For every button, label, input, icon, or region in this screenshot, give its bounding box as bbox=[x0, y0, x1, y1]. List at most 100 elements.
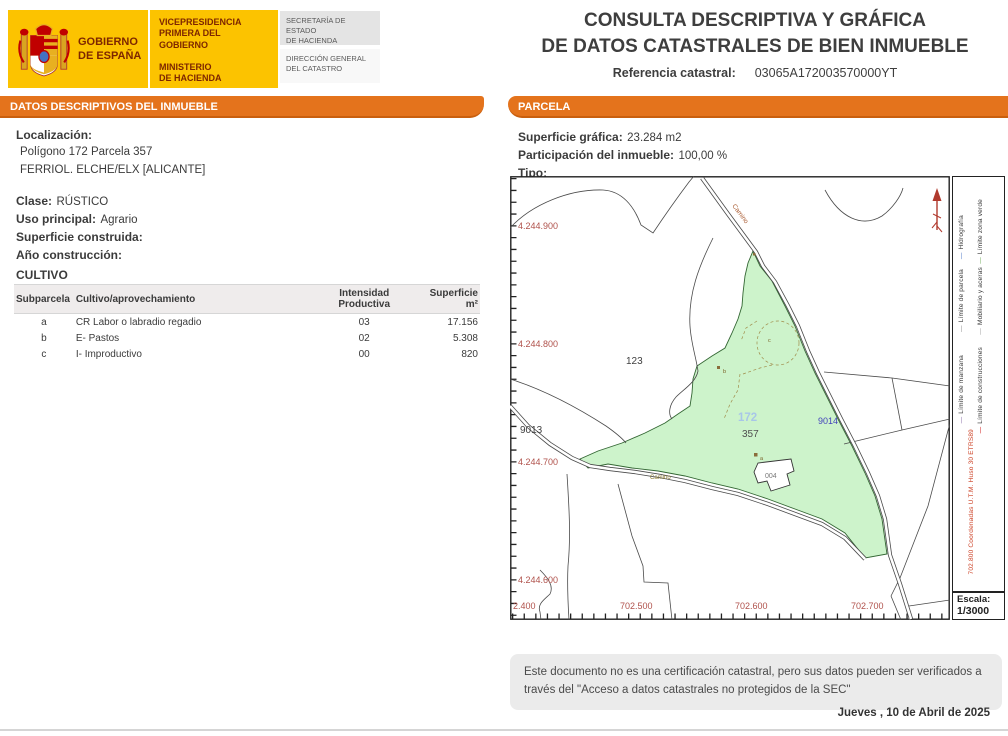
uso-row: Uso principal: Agrario bbox=[16, 210, 138, 228]
gobierno-label-line2: DE ESPAÑA bbox=[78, 50, 141, 64]
legend-item-limite-parcela: — Límite de parcela bbox=[958, 269, 965, 333]
legend-item-construcciones: — Límite de construcciones bbox=[977, 347, 984, 434]
participacion-row: Participación del inmueble: 100,00 % bbox=[518, 146, 727, 164]
road-9014-label: 9014 bbox=[818, 416, 838, 426]
camino-horizontal-label: Camino bbox=[650, 475, 671, 481]
cultivo-header-row: Subparcela Cultivo/aprovechamiento Inten… bbox=[14, 285, 480, 314]
subparcel-label-c: c bbox=[768, 338, 771, 344]
y-coord-label: 4.244.900 bbox=[518, 221, 558, 231]
gobierno-logo-block: GOBIERNO DE ESPAÑA bbox=[8, 10, 148, 88]
parcel-357-label: 357 bbox=[742, 429, 759, 440]
y-coord-label: 4.244.700 bbox=[518, 457, 558, 467]
col-subparcela: Subparcela bbox=[14, 285, 74, 314]
table-row: c I- Improductivo 00 820 bbox=[14, 346, 480, 362]
clase-value: RÚSTICO bbox=[56, 196, 108, 208]
secretaria-line1: SECRETARÍA DE ESTADO bbox=[286, 16, 374, 36]
referencia-value: 03065A172003570000YT bbox=[755, 66, 898, 80]
escala-label: Escala: bbox=[957, 594, 1000, 605]
referencia-label: Referencia catastral: bbox=[613, 66, 736, 80]
localizacion-line2: FERRIOL. ELCHE/ELX [ALICANTE] bbox=[20, 164, 205, 176]
parcela-section-banner: PARCELA bbox=[508, 96, 1008, 118]
map-legend: — Hidrografía — Límite de parcela — Lími… bbox=[952, 176, 1005, 592]
table-row: a CR Labor o labradio regadio 03 17.156 bbox=[14, 314, 480, 331]
legend-dash: — bbox=[958, 325, 965, 332]
superficie-grafica-label: Superficie gráfica: bbox=[518, 130, 623, 144]
participacion-value: 100,00 % bbox=[679, 150, 728, 162]
uso-label: Uso principal: bbox=[16, 212, 96, 226]
cell-intensidad: 00 bbox=[311, 346, 416, 362]
building-label: 004 bbox=[765, 473, 777, 480]
direccion-line1: DIRECCIÓN GENERAL bbox=[286, 54, 374, 64]
legend-item-zona-verde: — Límite zona verde bbox=[977, 199, 984, 265]
direccion-box: DIRECCIÓN GENERAL DEL CATASTRO bbox=[280, 49, 380, 83]
subparcel-label-b: b bbox=[723, 369, 726, 375]
disclaimer-note: Este documento no es una certificación c… bbox=[510, 654, 1002, 710]
cell-cultivo: E- Pastos bbox=[74, 330, 312, 346]
col-cultivo: Cultivo/aprovechamiento bbox=[74, 285, 312, 314]
legend-dash: — bbox=[958, 252, 965, 259]
cell-subparcela: c bbox=[14, 346, 74, 362]
ministerio-line2: DE HACIENDA bbox=[159, 73, 269, 84]
secretaria-line2: DE HACIENDA bbox=[286, 36, 374, 46]
legend-item-mobiliario: — Mobiliario y aceras bbox=[977, 267, 984, 336]
clase-label: Clase: bbox=[16, 194, 52, 208]
parcel-123-label: 123 bbox=[626, 356, 643, 367]
referencia-catastral: Referencia catastral: 03065A172003570000… bbox=[505, 66, 1005, 80]
cell-superficie: 5.308 bbox=[417, 330, 480, 346]
y-coord-label: 4.244.800 bbox=[518, 339, 558, 349]
disclaimer-line2: través del "Acceso a datos catastrales n… bbox=[524, 682, 988, 700]
legend-item-hidrografia: — Hidrografía bbox=[958, 215, 965, 260]
superficie-grafica-value: 23.284 m2 bbox=[627, 132, 681, 144]
title-line2: DE DATOS CATASTRALES DE BIEN INMUEBLE bbox=[505, 34, 1005, 60]
table-row: b E- Pastos 02 5.308 bbox=[14, 330, 480, 346]
legend-crs-note: 702.800 Coordenadas U.T.M. Huso 30 ETRS8… bbox=[968, 429, 975, 575]
y-coord-label: 4.244.600 bbox=[518, 575, 558, 585]
x-coord-label: 2.400 bbox=[513, 601, 536, 611]
document-date: Jueves , 10 de Abril de 2025 bbox=[690, 707, 990, 719]
page-title: CONSULTA DESCRIPTIVA Y GRÁFICA DE DATOS … bbox=[505, 8, 1005, 59]
ano-construccion-row: Año construcción: bbox=[16, 246, 122, 264]
cell-cultivo: I- Improductivo bbox=[74, 346, 312, 362]
localizacion-label: Localización: bbox=[16, 128, 92, 142]
left-section-banner: DATOS DESCRIPTIVOS DEL INMUEBLE bbox=[0, 96, 484, 118]
secretaria-box: SECRETARÍA DE ESTADO DE HACIENDA bbox=[280, 11, 380, 45]
escala-value: 1/3000 bbox=[957, 605, 1000, 617]
ano-construccion-label: Año construcción: bbox=[16, 248, 122, 262]
cell-subparcela: a bbox=[14, 314, 74, 331]
x-coord-label: 702.600 bbox=[735, 601, 768, 611]
cultivo-title: CULTIVO bbox=[16, 268, 68, 282]
vicepresidencia-line2: PRIMERA DEL GOBIERNO bbox=[159, 28, 269, 51]
superficie-construida-row: Superficie construida: bbox=[16, 228, 143, 246]
col-intensidad: Intensidad Productiva bbox=[311, 285, 416, 314]
cell-superficie: 17.156 bbox=[417, 314, 480, 331]
ministerio-line1: MINISTERIO bbox=[159, 62, 269, 73]
cell-intensidad: 02 bbox=[311, 330, 416, 346]
uso-value: Agrario bbox=[100, 214, 137, 226]
spain-coat-of-arms-icon bbox=[18, 17, 70, 81]
localizacion-line1: Polígono 172 Parcela 357 bbox=[20, 146, 152, 158]
cadastral-map: c b a 004 123 172 357 9013 9014 Camino C… bbox=[510, 176, 950, 620]
cell-cultivo: CR Labor o labradio regadio bbox=[74, 314, 312, 331]
disclaimer-line1: Este documento no es una certificación c… bbox=[524, 664, 988, 682]
x-coord-label: 702.700 bbox=[851, 601, 884, 611]
cell-superficie: 820 bbox=[417, 346, 480, 362]
bottom-divider bbox=[0, 729, 1008, 731]
direccion-line2: DEL CATASTRO bbox=[286, 64, 374, 74]
escala-box: Escala: 1/3000 bbox=[952, 592, 1005, 620]
legend-dash: — bbox=[977, 427, 984, 434]
vicepresidencia-line1: VICEPRESIDENCIA bbox=[159, 17, 269, 28]
legend-dash: — bbox=[977, 328, 984, 335]
cell-subparcela: b bbox=[14, 330, 74, 346]
cadastral-document-page: GOBIERNO DE ESPAÑA VICEPRESIDENCIA PRIME… bbox=[0, 0, 1008, 736]
col-superficie: Superficie m² bbox=[417, 285, 480, 314]
title-line1: CONSULTA DESCRIPTIVA Y GRÁFICA bbox=[505, 8, 1005, 34]
legend-dash: — bbox=[977, 257, 984, 264]
x-coord-label: 702.500 bbox=[620, 601, 653, 611]
clase-row: Clase: RÚSTICO bbox=[16, 192, 108, 210]
ministerio-logo-block: VICEPRESIDENCIA PRIMERA DEL GOBIERNO MIN… bbox=[150, 10, 278, 88]
road-9013-label: 9013 bbox=[520, 425, 543, 436]
polygon-172-label: 172 bbox=[738, 412, 757, 424]
cell-intensidad: 03 bbox=[311, 314, 416, 331]
participacion-label: Participación del inmueble: bbox=[518, 148, 674, 162]
legend-dash: — bbox=[958, 417, 965, 424]
